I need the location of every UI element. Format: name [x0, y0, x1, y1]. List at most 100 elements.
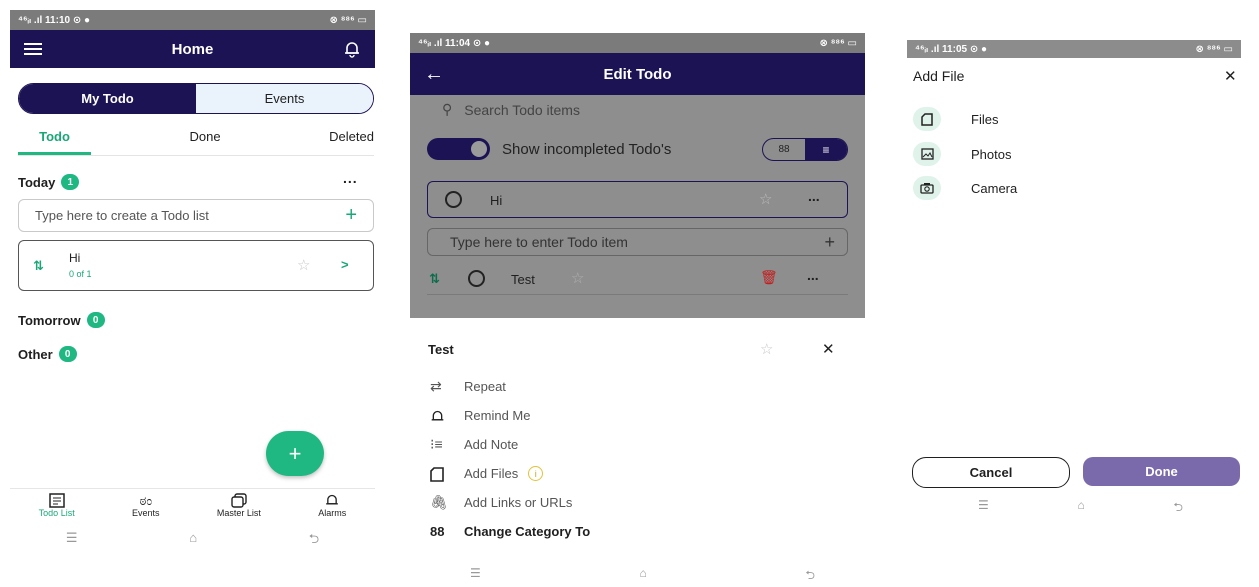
todo-item-title: Hi [490, 193, 503, 208]
menu-repeat[interactable]: ⇄ Repeat [430, 372, 730, 401]
status-right: ⊗ ⁸⁸⁶ ▭ [329, 14, 367, 26]
option-files[interactable]: Files [913, 107, 998, 131]
menu-icon[interactable] [24, 40, 42, 58]
toggle-knob [471, 141, 487, 157]
circle-checkbox-icon[interactable] [445, 191, 462, 208]
status-bar: ⁴⁶ᵢₗ .ıl 11:04 ⊙ ● ⊗ ⁸⁸⁶ ▭ [410, 33, 865, 53]
menu-add-files[interactable]: Add Files i [430, 459, 730, 488]
system-menu-icon[interactable]: ☰ [66, 530, 78, 550]
option-camera[interactable]: Camera [913, 176, 1017, 200]
sub-item-more-button[interactable]: ... [807, 267, 819, 283]
option-camera-label: Camera [971, 180, 1018, 196]
nav-master-list[interactable]: Master List [217, 489, 261, 524]
nav-events[interactable]: ಠಂ Events [132, 489, 160, 524]
menu-add-links[interactable]: 🖇 Add Links or URLs [430, 488, 730, 517]
option-photos-label: Photos [971, 146, 1012, 162]
close-icon[interactable]: ✕ [1224, 67, 1237, 85]
create-todo-list-input[interactable]: Type here to create a Todo list + [18, 199, 374, 232]
search-placeholder: Search Todo items [464, 101, 580, 118]
enter-todo-item-input[interactable]: Type here to enter Todo item + [427, 228, 848, 256]
todo-item-card[interactable]: Hi ☆ ... [427, 181, 848, 218]
todo-list-title: Hi [69, 251, 81, 265]
nav-alarms-label: Alarms [318, 508, 347, 518]
circle-checkbox-icon[interactable] [468, 270, 485, 287]
tab-deleted[interactable]: Deleted [329, 126, 374, 155]
nav-todo-list-label: Todo List [38, 508, 75, 518]
tab-todo[interactable]: Todo [18, 126, 91, 155]
status-right: ⊗ ⁸⁸⁶ ▭ [819, 37, 857, 49]
segment-events[interactable]: Events [196, 84, 373, 113]
app-bar: Home [10, 30, 375, 68]
close-icon[interactable]: ✕ [822, 340, 835, 358]
system-menu-icon[interactable]: ☰ [470, 566, 481, 580]
tab-done[interactable]: Done [190, 126, 231, 155]
cancel-button[interactable]: Cancel [912, 457, 1070, 488]
status-right: ⊗ ⁸⁸⁶ ▭ [1195, 43, 1233, 55]
toggle-label: Show incompleted Todo's [502, 141, 672, 158]
file-icon [430, 465, 464, 482]
option-photos[interactable]: Photos [913, 142, 1011, 166]
system-home-icon[interactable]: ⌂ [1077, 498, 1084, 514]
sheet-title: Test [428, 342, 454, 357]
menu-change-category[interactable]: 88 Change Category To [430, 517, 730, 546]
system-back-icon[interactable]: ⮌ [805, 566, 815, 582]
bottom-nav: Todo List ಠಂ Events Master List Alarms [10, 488, 375, 524]
today-more-button[interactable]: ... [343, 170, 358, 186]
note-list-icon: ⁝≡ [430, 436, 443, 452]
view-mode-switch[interactable]: 88 ≡ [762, 138, 848, 161]
star-icon[interactable]: ☆ [759, 190, 772, 208]
status-left: ⁴⁶ᵢₗ .ıl 11:05 ⊙ ● [915, 43, 988, 55]
system-back-icon[interactable]: ⮌ [1173, 498, 1183, 514]
list-view-icon[interactable]: ≡ [805, 139, 847, 160]
bell-icon[interactable] [343, 40, 361, 58]
other-count-badge: 0 [58, 346, 77, 362]
nav-alarms[interactable]: Alarms [318, 489, 346, 524]
menu-remind-me[interactable]: Remind Me [430, 401, 730, 430]
option-files-label: Files [971, 111, 999, 127]
search-bar[interactable]: ⚲ Search Todo items [442, 101, 580, 118]
chevron-right-icon[interactable]: > [341, 257, 349, 272]
todo-tabs: Todo Done Deleted [18, 126, 374, 156]
grid-view-icon[interactable]: 88 [763, 139, 805, 160]
add-icon[interactable]: + [824, 232, 835, 253]
tomorrow-section-header: Tomorrow 0 [18, 312, 105, 328]
menu-add-note[interactable]: ⁝≡ Add Note [430, 430, 730, 459]
info-icon[interactable]: i [528, 466, 544, 481]
sheet-header: Test ☆ ✕ [428, 340, 848, 360]
star-icon[interactable]: ☆ [760, 340, 773, 358]
todo-list-progress: 0 of 1 [69, 269, 92, 279]
sheet-title: Add File [913, 68, 965, 84]
add-icon[interactable]: + [345, 204, 357, 227]
system-nav-bar: ☰ ⌂ ⮌ [978, 498, 1183, 514]
repeat-icon: ⇄ [430, 378, 442, 394]
star-icon[interactable]: ☆ [297, 256, 310, 274]
tomorrow-count-badge: 0 [86, 312, 105, 328]
nav-todo-list[interactable]: Todo List [39, 489, 75, 524]
show-incomplete-toggle[interactable] [427, 138, 490, 160]
done-button[interactable]: Done [1083, 457, 1240, 486]
menu-repeat-label: Repeat [464, 379, 506, 394]
system-home-icon[interactable]: ⌂ [639, 566, 646, 580]
delete-icon[interactable]: 🗑 [760, 269, 778, 286]
status-left: ⁴⁶ᵢₗ .ıl 11:10 ⊙ ● [18, 14, 91, 26]
sub-item-row[interactable]: ⇅ Test ☆ 🗑 ... [427, 267, 848, 295]
segment-control: My Todo Events [18, 83, 374, 114]
segment-my-todo[interactable]: My Todo [19, 84, 196, 113]
other-section-header: Other 0 [18, 346, 77, 362]
system-home-icon[interactable]: ⌂ [189, 530, 197, 550]
add-fab[interactable]: + [266, 431, 324, 476]
system-back-icon[interactable]: ⮌ [309, 530, 319, 550]
system-nav-bar: ☰ ⌂ ⮌ [10, 530, 375, 550]
star-icon[interactable]: ☆ [571, 269, 584, 287]
menu-add-note-label: Add Note [464, 437, 519, 452]
system-menu-icon[interactable]: ☰ [978, 498, 989, 514]
sort-icon[interactable]: ⇅ [33, 258, 44, 274]
sort-icon[interactable]: ⇅ [429, 271, 440, 287]
item-more-button[interactable]: ... [808, 188, 820, 204]
menu-remind-label: Remind Me [464, 408, 531, 423]
dimmed-content: ⚲ Search Todo items Show incompleted Tod… [410, 95, 865, 318]
back-arrow-icon[interactable]: ← [424, 63, 444, 86]
menu-change-category-label: Change Category To [464, 524, 591, 539]
sub-item-title: Test [511, 272, 535, 287]
todo-list-card[interactable]: ⇅ Hi 0 of 1 ☆ > [18, 240, 374, 291]
